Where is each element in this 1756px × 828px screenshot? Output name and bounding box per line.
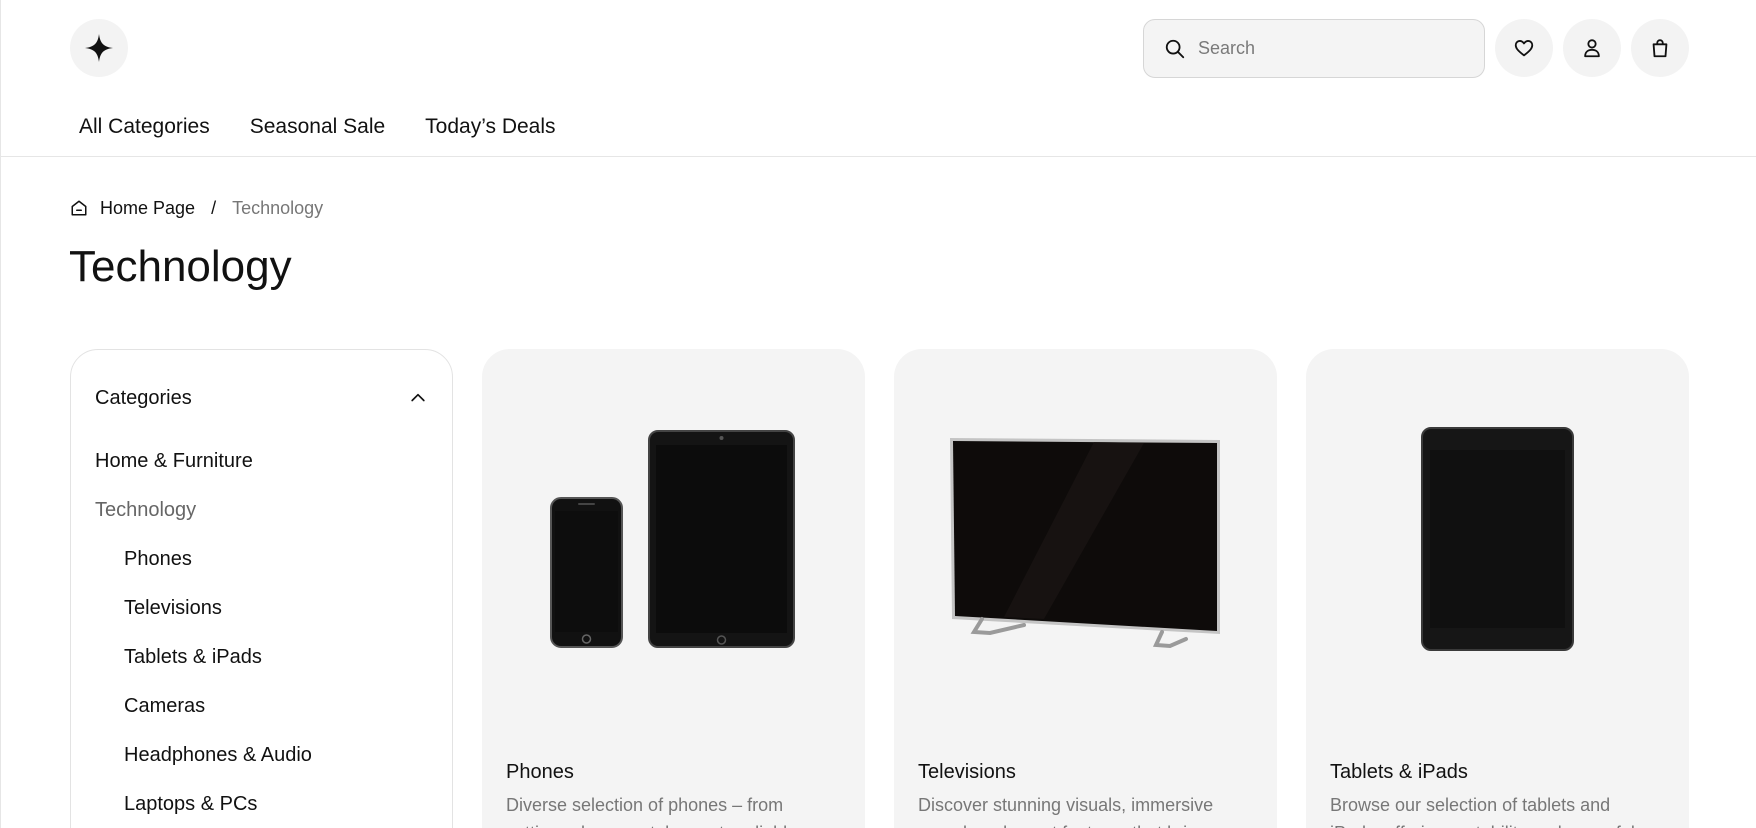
category-card-televisions[interactable]: Televisions Discover stunning visuals, i…	[894, 349, 1277, 828]
television-image	[950, 438, 1220, 649]
logo[interactable]	[70, 19, 128, 77]
cart-button[interactable]	[1631, 19, 1689, 77]
search-input[interactable]	[1198, 38, 1468, 59]
category-technology[interactable]: Technology	[95, 497, 428, 546]
site-header: All Categories Seasonal Sale Today’s Dea…	[1, 0, 1756, 157]
nav-all-categories[interactable]: All Categories	[79, 113, 210, 141]
user-icon	[1584, 39, 1600, 58]
home-icon	[71, 200, 87, 216]
sparkle-icon	[85, 34, 113, 62]
category-televisions[interactable]: Televisions	[95, 595, 428, 644]
main-nav: All Categories Seasonal Sale Today’s Dea…	[79, 113, 556, 141]
categories-toggle[interactable]: Categories	[95, 386, 428, 410]
breadcrumb: Home Page / Technology	[70, 196, 323, 220]
category-card-phones[interactable]: Phones Diverse selection of phones – fro…	[482, 349, 865, 828]
bag-icon	[1652, 39, 1668, 58]
category-cameras[interactable]: Cameras	[95, 693, 428, 742]
breadcrumb-current: Technology	[232, 198, 324, 218]
card-description: Browse our selection of tablets and iPad…	[1330, 795, 1635, 828]
category-headphones-audio[interactable]: Headphones & Audio	[95, 742, 428, 791]
account-button[interactable]	[1563, 19, 1621, 77]
breadcrumb-separator: /	[211, 198, 217, 218]
nav-todays-deals[interactable]: Today’s Deals	[425, 113, 555, 141]
breadcrumb-home-label: Home Page	[100, 198, 196, 218]
card-title: Phones	[506, 761, 574, 783]
search-icon	[1165, 39, 1185, 58]
card-title: Televisions	[918, 761, 1016, 783]
heart-icon	[1514, 40, 1534, 57]
tablet-image	[1421, 427, 1574, 651]
chevron-up-icon	[411, 393, 425, 402]
breadcrumb-home[interactable]: Home Page	[70, 196, 195, 220]
nav-seasonal-sale[interactable]: Seasonal Sale	[250, 113, 385, 141]
category-laptops-pcs[interactable]: Laptops & PCs	[95, 791, 428, 828]
categories-sidebar: Categories Home & Furniture Technology P…	[70, 349, 453, 828]
card-description: Diverse selection of phones – from cutti…	[506, 795, 797, 828]
category-list: Home & Furniture Technology Phones Telev…	[95, 448, 428, 828]
category-tablets-ipads[interactable]: Tablets & iPads	[95, 644, 428, 693]
phones-image	[550, 430, 795, 648]
category-phones[interactable]: Phones	[95, 546, 428, 595]
categories-title: Categories	[95, 386, 192, 409]
wishlist-button[interactable]	[1495, 19, 1553, 77]
category-card-tablets-ipads[interactable]: Tablets & iPads Browse our selection of …	[1306, 349, 1689, 828]
card-title: Tablets & iPads	[1330, 761, 1468, 783]
page: All Categories Seasonal Sale Today’s Dea…	[0, 0, 1756, 828]
card-description: Discover stunning visuals, immersive sou…	[918, 795, 1214, 828]
page-title: Technology	[69, 242, 292, 291]
category-home-furniture[interactable]: Home & Furniture	[95, 448, 428, 497]
search-box[interactable]	[1143, 19, 1485, 78]
